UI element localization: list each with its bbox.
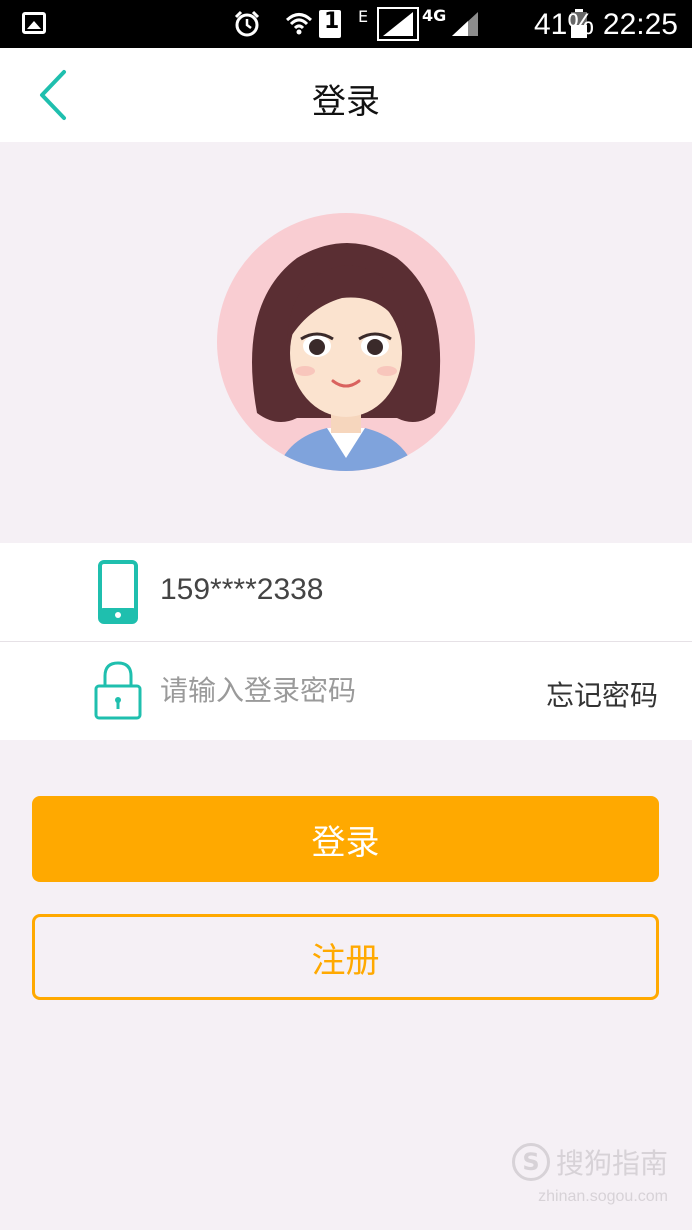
clock: 22:25 [602,8,678,41]
avatar [217,213,475,471]
watermark-logo: S 搜狗指南 [511,1142,668,1182]
battery-icon [570,0,588,48]
header-bar: 登录 [0,48,692,142]
sim-icon: 1 [318,0,342,48]
phone-number[interactable]: 159****2338 [160,573,324,607]
status-bar: 1 E 4G 41% 22:25 [0,0,692,48]
signal-icon [377,0,419,48]
page-title: 登录 [312,82,380,122]
wifi-icon [284,0,314,48]
network-type-4g: 4G [422,5,447,25]
watermark-url: zhinan.sogou.com [538,1188,668,1205]
forgot-password-link[interactable]: 忘记密码 [546,674,658,714]
phone-row: 159****2338 [0,543,692,641]
lock-icon [94,661,142,720]
sogou-logo-icon: S [511,1143,550,1181]
signal-icon-2 [450,0,480,48]
mobile-phone-icon [98,560,138,624]
watermark-text: 搜狗指南 [555,1147,668,1180]
gallery-icon [22,12,46,34]
network-type-e: E [358,6,369,26]
sim-number: 1 [324,9,340,34]
alarm-icon [232,0,262,48]
password-input[interactable] [160,664,510,716]
login-button[interactable]: 登录 [32,796,659,882]
register-button[interactable]: 注册 [32,914,659,1000]
watermark: S 搜狗指南 zhinan.sogou.com [511,1142,668,1206]
password-row: 忘记密码 [0,642,692,740]
